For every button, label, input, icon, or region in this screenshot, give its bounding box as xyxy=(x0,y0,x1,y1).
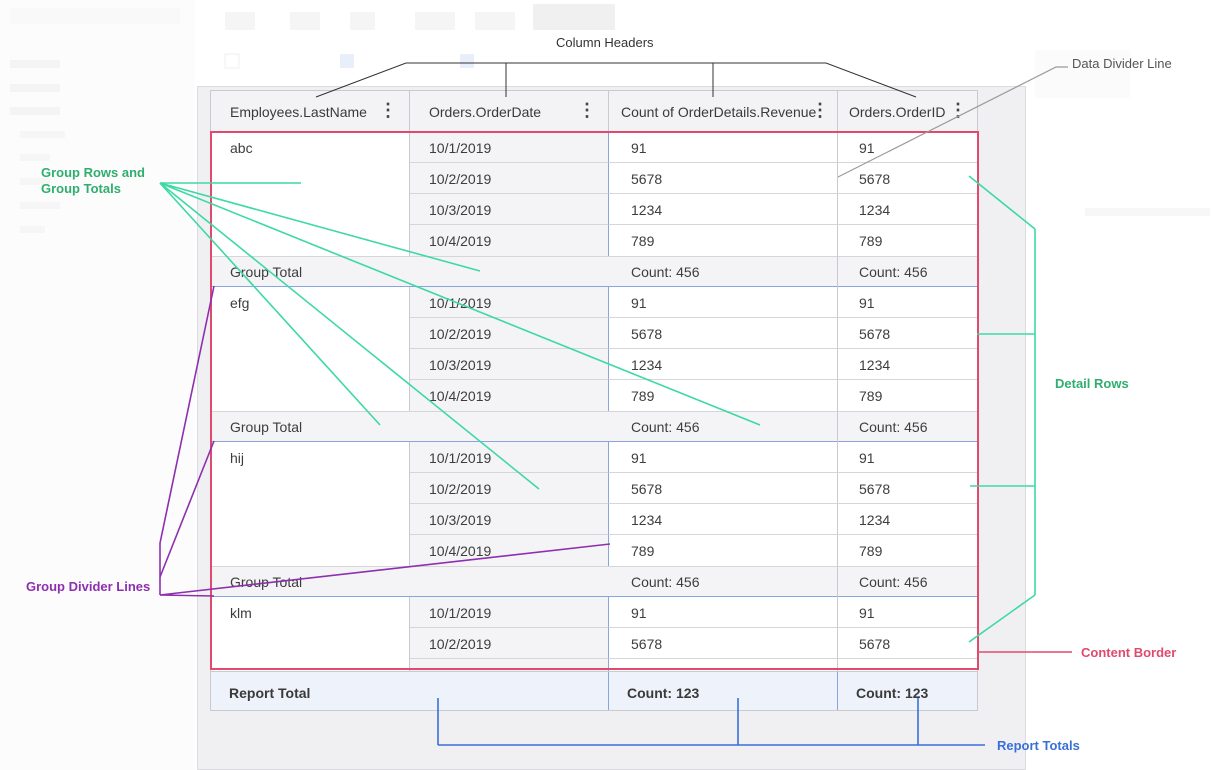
orderid-cell: 1234 xyxy=(838,349,977,380)
column-header-label: Count of OrderDetails.Revenue xyxy=(621,104,817,120)
revenue-cell: 789 xyxy=(609,225,838,256)
column-header-orderid[interactable]: Orders.OrderID ⋮ xyxy=(838,91,977,132)
revenue-cell: 1234 xyxy=(609,194,838,225)
orderid-cell: 5678 xyxy=(838,473,977,504)
order-date-cell: 10/2/2019 xyxy=(410,628,609,659)
annotation-group-divider-lines: Group Divider Lines xyxy=(26,579,151,594)
order-date-cell: 10/1/2019 xyxy=(410,287,609,318)
revenue-cell: 91 xyxy=(609,442,838,473)
orderid-cell: 789 xyxy=(859,233,883,249)
order-date-cell: 10/1/2019 xyxy=(410,597,609,628)
annotation-group-rows-l2: Group Totals xyxy=(41,181,121,196)
group-total-label: Group Total xyxy=(230,264,303,280)
orderid-cell: 91 xyxy=(838,442,977,473)
group-name-cell: klm xyxy=(211,597,410,671)
group-name-cell: abc xyxy=(211,132,410,256)
group-name-cell: efg xyxy=(211,287,410,411)
revenue-cell: 1234 xyxy=(609,504,838,535)
report-grid: Employees.LastName ⋮ Orders.OrderDate ⋮ … xyxy=(210,90,978,711)
order-date-cell: 10/1/2019 xyxy=(410,442,609,473)
group-total-revenue: Count: 456 xyxy=(609,566,838,597)
annotation-data-divider-line: Data Divider Line xyxy=(1072,56,1172,71)
order-date-cell: 10/2/2019 xyxy=(410,318,609,349)
order-date-cell: 10/4/2019 xyxy=(410,225,609,256)
orderid-cell: 91 xyxy=(838,132,977,163)
revenue-cell: 789 xyxy=(609,535,838,566)
more-vertical-icon[interactable]: ⋮ xyxy=(811,101,829,119)
revenue-cell: 1234 xyxy=(609,349,838,380)
order-date-cell: 10/4/2019 xyxy=(410,535,609,566)
group-total-orderid: Count: 456 xyxy=(859,574,928,590)
group-name-cell: hij xyxy=(211,442,410,566)
order-date-cell: 10/2/2019 xyxy=(410,163,609,194)
column-header-revenue[interactable]: Count of OrderDetails.Revenue ⋮ xyxy=(609,91,838,132)
revenue-cell: 5678 xyxy=(609,473,838,504)
more-vertical-icon[interactable]: ⋮ xyxy=(949,101,967,119)
orderid-cell: 5678 xyxy=(838,163,977,194)
annotation-column-headers: Column Headers xyxy=(556,35,654,50)
more-vertical-icon[interactable]: ⋮ xyxy=(578,101,596,119)
revenue-cell: 91 xyxy=(609,597,838,628)
orderid-cell: 5678 xyxy=(838,318,977,349)
revenue-cell: 5678 xyxy=(609,163,838,194)
group-total-revenue: Count: 456 xyxy=(609,256,838,287)
annotation-detail-rows: Detail Rows xyxy=(1055,376,1129,391)
order-date-cell: 10/1/2019 xyxy=(410,132,609,163)
revenue-cell xyxy=(609,659,838,671)
orderid-cell: 1234 xyxy=(838,504,977,535)
grid-body: abc 10/1/2019 91 91 10/2/2019 5678 5678 10/3/20… xyxy=(211,132,977,671)
order-date-cell: 10/3/2019 xyxy=(410,349,609,380)
orderid-cell: 5678 xyxy=(838,628,977,659)
column-header-orderdate[interactable]: Orders.OrderDate ⋮ xyxy=(410,91,609,132)
group-total-orderid: Count: 456 xyxy=(859,419,928,435)
order-date-cell: 10/2/2019 xyxy=(410,473,609,504)
column-header-label: Orders.OrderDate xyxy=(429,104,542,120)
group-total-label: Group Total xyxy=(230,419,303,435)
order-date-cell: 10/4/2019 xyxy=(410,380,609,411)
more-vertical-icon[interactable]: ⋮ xyxy=(379,101,397,119)
column-header-lastname[interactable]: Employees.LastName ⋮ xyxy=(211,91,410,132)
revenue-cell: 789 xyxy=(609,380,838,411)
report-total-row: Report Total Count: 123 Count: 123 xyxy=(211,671,977,710)
order-date-cell: 10/3/2019 xyxy=(410,194,609,225)
group-total-orderid: Count: 456 xyxy=(859,264,928,280)
report-total-label: Report Total xyxy=(211,672,609,710)
revenue-cell: 91 xyxy=(609,287,838,318)
revenue-cell: 91 xyxy=(609,132,838,163)
order-date-cell: 10/3/2019 xyxy=(410,504,609,535)
orderid-cell: 91 xyxy=(838,597,977,628)
group-total-label: Group Total xyxy=(230,574,303,590)
annotation-content-border: Content Border xyxy=(1081,645,1177,660)
revenue-cell: 5678 xyxy=(609,318,838,349)
column-header-label: Employees.LastName xyxy=(230,104,367,120)
orderid-cell: 1234 xyxy=(838,194,977,225)
column-header-row: Employees.LastName ⋮ Orders.OrderDate ⋮ … xyxy=(211,91,977,133)
revenue-cell: 5678 xyxy=(609,628,838,659)
orderid-cell: 789 xyxy=(859,543,883,559)
column-header-label: Orders.OrderID xyxy=(849,104,946,120)
group-total-revenue: Count: 456 xyxy=(609,411,838,442)
orderid-cell: 789 xyxy=(859,388,883,404)
report-total-revenue: Count: 123 xyxy=(609,672,838,710)
orderid-cell: 91 xyxy=(838,287,977,318)
order-date-cell xyxy=(410,659,609,671)
annotation-group-rows-l1: Group Rows and xyxy=(41,165,145,180)
annotation-report-totals: Report Totals xyxy=(997,738,1080,753)
report-total-orderid: Count: 123 xyxy=(856,685,929,701)
